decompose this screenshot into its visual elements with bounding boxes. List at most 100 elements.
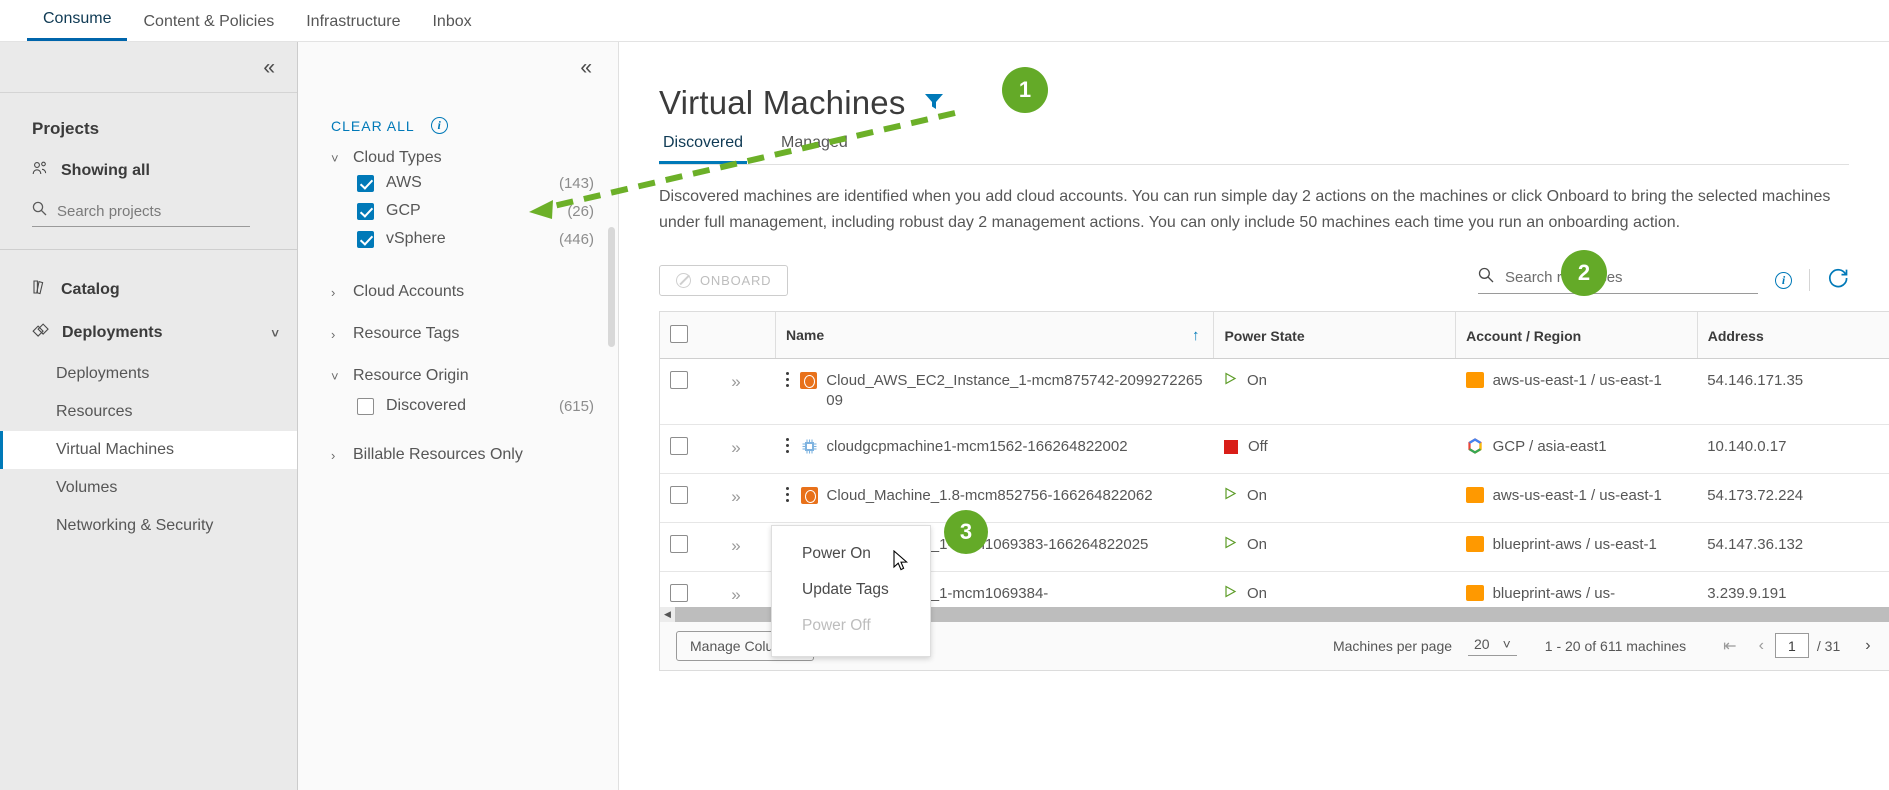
row-name-label: cloudgcpmachine1-mcm1562-166264822002: [826, 437, 1128, 455]
aws-icon: [1465, 585, 1484, 602]
aws-ec2-icon: [800, 486, 818, 504]
page-number-input[interactable]: 1: [1774, 633, 1809, 659]
row-checkbox[interactable]: [670, 584, 688, 603]
play-triangle-icon: [1224, 535, 1237, 555]
sidebar-item-resources[interactable]: Resources: [0, 393, 297, 431]
search-resources-input[interactable]: Search resources: [1478, 267, 1758, 294]
filter-option-vsphere[interactable]: vSphere (446): [298, 225, 618, 253]
row-address-cell: 54.146.171.35: [1697, 358, 1889, 425]
toolbar-divider: [1809, 269, 1810, 292]
row-checkbox[interactable]: [670, 371, 688, 390]
users-group-icon: [32, 160, 50, 181]
chevron-down-icon: ˅: [1502, 635, 1511, 652]
expand-row-icon[interactable]: »: [731, 585, 740, 604]
checkbox-checked-icon[interactable]: [357, 174, 374, 192]
filter-option-count: (615): [558, 397, 594, 415]
projects-showing-all[interactable]: Showing all: [0, 139, 297, 181]
projects-heading: Projects: [32, 119, 100, 138]
next-page-icon[interactable]: ›: [1854, 637, 1881, 655]
column-header-account-region[interactable]: Account / Region: [1455, 312, 1698, 360]
row-account-region-cell: aws-us-east-1 / us-east-1: [1455, 358, 1698, 425]
topnav-item-inbox[interactable]: Inbox: [416, 13, 487, 41]
sidebar-nav-group: Catalog Deployments ˅ Deployments Resour…: [0, 250, 297, 545]
row-power-state-label: On: [1246, 536, 1267, 554]
checkbox-checked-icon[interactable]: [357, 202, 374, 220]
filter-group-resource-origin[interactable]: ˅ Resource Origin: [298, 345, 618, 387]
row-name-label: Cloud_Machine_1.8-mcm852756-166264822062: [826, 486, 1153, 504]
arrow-up-icon[interactable]: ↑: [1192, 327, 1200, 344]
row-checkbox[interactable]: [670, 485, 688, 504]
filter-option-count: (446): [558, 230, 594, 248]
first-page-icon[interactable]: ⇤: [1712, 636, 1747, 656]
filter-option-aws[interactable]: AWS (143): [298, 169, 618, 197]
refresh-icon[interactable]: [1827, 267, 1849, 294]
filter-panel-scrollbar[interactable]: [608, 227, 615, 347]
column-header-name[interactable]: Name ↑: [774, 312, 1214, 360]
sidebar-item-deployments[interactable]: Deployments: [0, 355, 297, 393]
filter-group-cloud-accounts[interactable]: › Cloud Accounts: [298, 253, 618, 303]
row-actions-kebab-icon[interactable]: [785, 371, 792, 390]
sidebar-item-deployments-group[interactable]: Deployments ˅: [0, 311, 297, 355]
filter-option-gcp[interactable]: GCP (26): [298, 197, 618, 225]
clear-all-button[interactable]: CLEAR ALL: [331, 118, 415, 134]
onboard-button[interactable]: ONBOARD: [659, 264, 789, 296]
row-address-cell: 10.140.0.17: [1697, 424, 1889, 474]
row-checkbox[interactable]: [670, 436, 688, 455]
row-actions-kebab-icon[interactable]: [785, 437, 792, 456]
per-page-value: 20: [1474, 635, 1490, 652]
topnav-item-content-policies[interactable]: Content & Policies: [127, 13, 290, 41]
row-address-cell: 54.147.36.132: [1697, 522, 1889, 573]
info-icon[interactable]: i: [430, 117, 448, 134]
deployments-icon: [32, 322, 50, 344]
tab-discovered[interactable]: Discovered: [659, 134, 748, 164]
checkbox-unchecked-icon[interactable]: [357, 397, 374, 415]
left-navigation-sidebar: « Projects Showing all Search projects C…: [0, 42, 298, 790]
filter-group-cloud-types[interactable]: ˅ Cloud Types: [298, 134, 618, 169]
filter-group-billable-resources-only[interactable]: › Billable Resources Only: [298, 420, 618, 466]
context-menu-item-update-tags[interactable]: Update Tags: [772, 572, 930, 608]
column-header-power-state[interactable]: Power State: [1213, 312, 1456, 360]
table-row[interactable]: » cloudgcpmachine1-mcm1562-166264822002: [660, 424, 1889, 474]
expand-row-icon[interactable]: »: [731, 372, 740, 391]
collapse-filter-panel-button[interactable]: «: [298, 42, 618, 93]
row-checkbox[interactable]: [670, 535, 688, 554]
row-select-cell: [660, 522, 722, 573]
select-all-header: [660, 312, 722, 360]
sidebar-item-virtual-machines[interactable]: Virtual Machines: [0, 431, 297, 469]
per-page-select[interactable]: 20 ˅: [1468, 636, 1517, 656]
double-chevron-left-icon: «: [580, 56, 592, 79]
search-projects-placeholder: Search projects: [57, 202, 162, 220]
select-all-checkbox[interactable]: [670, 325, 688, 344]
expand-row-icon[interactable]: »: [731, 438, 740, 457]
row-select-cell: [660, 424, 722, 474]
filter-option-discovered[interactable]: Discovered (615): [298, 387, 618, 420]
filter-group-resource-tags[interactable]: › Resource Tags: [298, 303, 618, 345]
tab-managed[interactable]: Managed: [777, 134, 852, 164]
topnav-item-consume[interactable]: Consume: [27, 10, 128, 41]
checkbox-checked-icon[interactable]: [357, 230, 374, 248]
filter-group-label: Billable Resources Only: [353, 446, 523, 463]
row-address-cell: 54.173.72.224: [1697, 473, 1889, 524]
collapse-left-sidebar-button[interactable]: «: [0, 42, 297, 93]
info-icon[interactable]: i: [1775, 271, 1792, 289]
table-row[interactable]: » Cloud_AWS_EC2_Instance_1-mcm875742-209…: [660, 358, 1889, 425]
row-name-cell: cloudgcpmachine1-mcm1562-166264822002: [775, 424, 1214, 474]
search-projects-input[interactable]: Search projects: [32, 201, 250, 227]
row-power-state-label: On: [1246, 372, 1267, 390]
column-header-address[interactable]: Address: [1696, 312, 1889, 360]
row-account-region-label: GCP / asia-east1: [1492, 437, 1607, 455]
sidebar-item-volumes[interactable]: Volumes: [0, 469, 297, 507]
table-row[interactable]: » Cloud_Machine_1.8-mcm852756-1662648220…: [660, 473, 1889, 524]
funnel-icon[interactable]: [923, 91, 945, 116]
scroll-left-icon[interactable]: ◀: [660, 606, 675, 622]
row-name-label: Cloud_AWS_EC2_Instance_1-mcm875742-20992…: [826, 372, 1203, 410]
prev-page-icon[interactable]: ‹: [1748, 637, 1775, 655]
topnav-item-infrastructure[interactable]: Infrastructure: [290, 13, 416, 41]
expand-row-icon[interactable]: »: [731, 536, 740, 555]
expand-row-icon[interactable]: »: [731, 487, 740, 506]
row-account-region-cell: blueprint-aws / us-east-1: [1455, 522, 1698, 573]
row-actions-kebab-icon[interactable]: [785, 486, 792, 505]
sidebar-item-networking-security[interactable]: Networking & Security: [0, 507, 297, 545]
last-page-icon[interactable]: ⇥: [1882, 636, 1889, 656]
sidebar-item-catalog[interactable]: Catalog: [0, 268, 297, 311]
